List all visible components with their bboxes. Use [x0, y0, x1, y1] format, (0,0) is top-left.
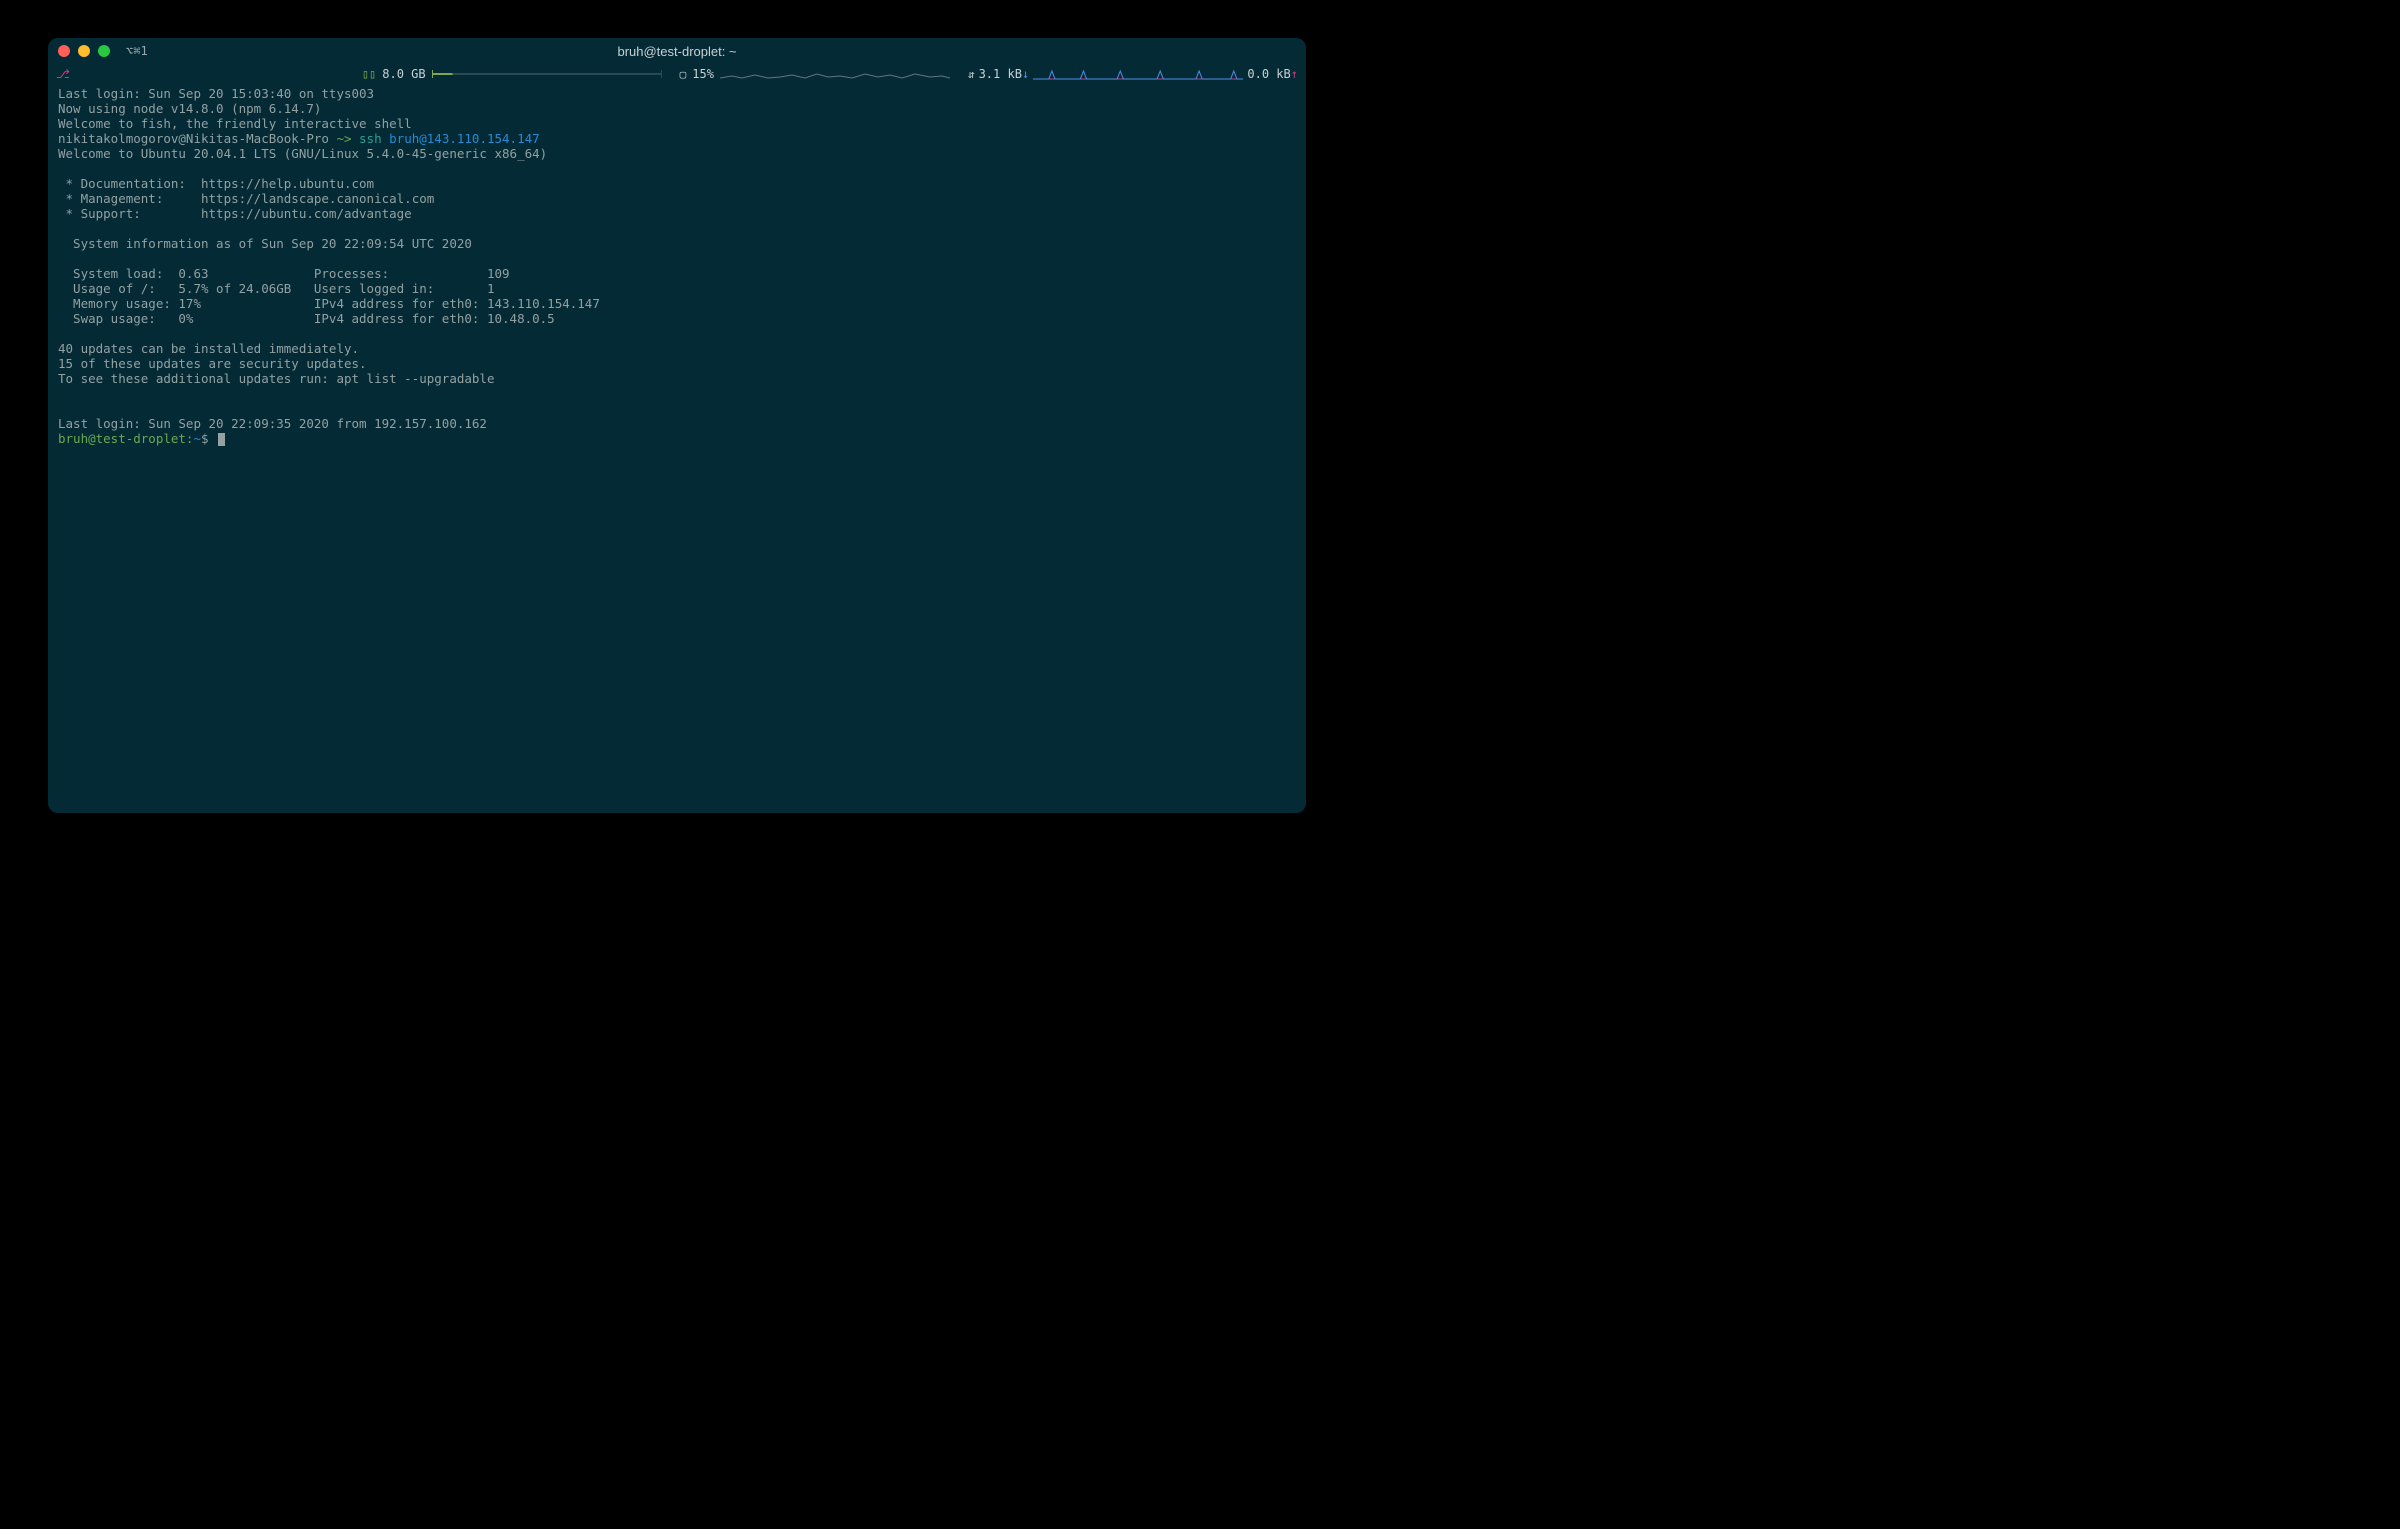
prompt-command: ssh — [359, 131, 389, 146]
terminal-line: Usage of /: 5.7% of 24.06GB Users logged… — [58, 281, 495, 296]
cpu-icon: ▢ — [680, 68, 687, 81]
memory-icon: ▯▯ — [362, 67, 376, 81]
network-icon: ⇵ — [968, 68, 975, 81]
prompt-user-host: bruh@test-droplet: — [58, 431, 193, 446]
zoom-button[interactable] — [98, 45, 110, 57]
cpu-widget: ▢ 15% — [680, 67, 950, 81]
minimize-button[interactable] — [78, 45, 90, 57]
terminal-line: Now using node v14.8.0 (npm 6.14.7) — [58, 101, 321, 116]
prompt-user: nikitakolmogorov@Nikitas-MacBook-Pro — [58, 131, 336, 146]
terminal-line: * Support: https://ubuntu.com/advantage — [58, 206, 412, 221]
terminal-output[interactable]: Last login: Sun Sep 20 15:03:40 on ttys0… — [48, 84, 1306, 813]
cpu-sparkline — [720, 67, 950, 81]
status-bar: ⎇ ▯▯ 8.0 GB ▢ 15% ⇵ 3.1 kB↓ 0.0 kB↑ — [48, 64, 1306, 84]
memory-label: 8.0 GB — [382, 67, 425, 81]
cursor — [218, 433, 225, 446]
tab-shortcut-label: ⌥⌘1 — [126, 44, 148, 58]
terminal-line: To see these additional updates run: apt… — [58, 371, 495, 386]
memory-widget: ▯▯ 8.0 GB — [362, 67, 662, 81]
close-button[interactable] — [58, 45, 70, 57]
terminal-line: System load: 0.63 Processes: 109 — [58, 266, 510, 281]
network-up-label: 0.0 kB↑ — [1247, 67, 1298, 81]
prompt-path: ~ — [193, 431, 201, 446]
network-sparkline — [1033, 67, 1243, 81]
network-widget: ⇵ 3.1 kB↓ 0.0 kB↑ — [968, 67, 1298, 81]
terminal-line: 15 of these updates are security updates… — [58, 356, 367, 371]
terminal-line: Welcome to fish, the friendly interactiv… — [58, 116, 412, 131]
terminal-window: ⌥⌘1 bruh@test-droplet: ~ ⎇ ▯▯ 8.0 GB ▢ 1… — [48, 38, 1306, 813]
network-down-label: 3.1 kB↓ — [979, 67, 1030, 81]
cpu-label: 15% — [692, 67, 714, 81]
down-arrow-icon: ↓ — [1022, 67, 1029, 81]
git-branch-icon: ⎇ — [56, 67, 70, 81]
terminal-line: Last login: Sun Sep 20 15:03:40 on ttys0… — [58, 86, 374, 101]
terminal-line: Swap usage: 0% IPv4 address for eth0: 10… — [58, 311, 555, 326]
titlebar: ⌥⌘1 bruh@test-droplet: ~ — [48, 38, 1306, 64]
memory-bar — [432, 73, 662, 75]
up-arrow-icon: ↑ — [1291, 67, 1298, 81]
terminal-line: * Documentation: https://help.ubuntu.com — [58, 176, 374, 191]
terminal-line: 40 updates can be installed immediately. — [58, 341, 359, 356]
terminal-line: Welcome to Ubuntu 20.04.1 LTS (GNU/Linux… — [58, 146, 547, 161]
traffic-lights — [58, 45, 110, 57]
terminal-line: Last login: Sun Sep 20 22:09:35 2020 fro… — [58, 416, 487, 431]
window-title: bruh@test-droplet: ~ — [617, 44, 736, 59]
terminal-line: System information as of Sun Sep 20 22:0… — [58, 236, 472, 251]
prompt-argument: bruh@143.110.154.147 — [389, 131, 540, 146]
terminal-line: Memory usage: 17% IPv4 address for eth0:… — [58, 296, 600, 311]
prompt-dollar: $ — [201, 431, 216, 446]
terminal-line: * Management: https://landscape.canonica… — [58, 191, 434, 206]
prompt-path: ~> — [336, 131, 359, 146]
